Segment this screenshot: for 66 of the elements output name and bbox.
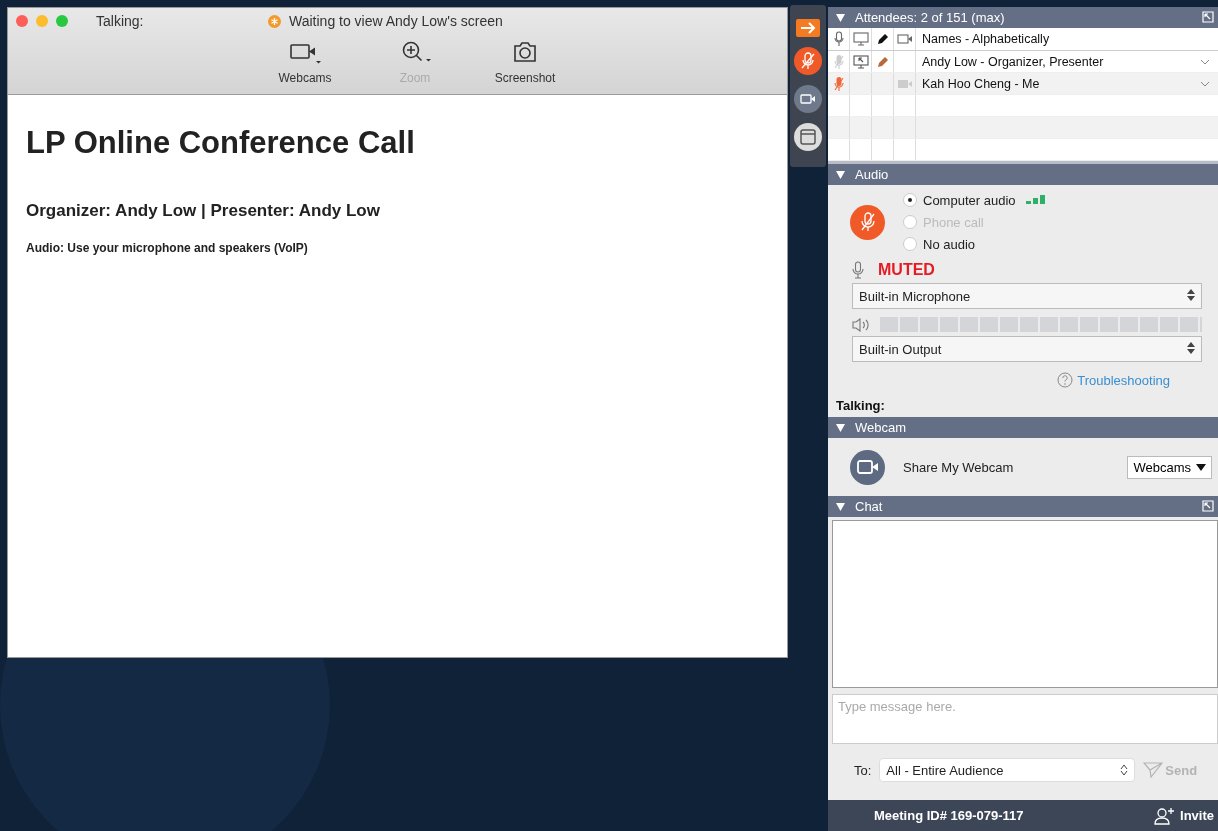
attendee-row[interactable]: Kah Hoo Cheng - Me <box>828 73 1218 95</box>
maximize-button[interactable] <box>56 15 68 27</box>
mic-status: MUTED <box>878 261 935 279</box>
speaker-icon <box>852 317 872 332</box>
video-camera-icon <box>896 77 913 90</box>
webcam-button[interactable] <box>850 449 885 485</box>
radio-option[interactable]: Computer audio <box>903 191 1046 209</box>
section-header[interactable]: Attendees: 2 of 151 (max) <box>828 7 1218 28</box>
toolbar-button[interactable]: Webcams <box>265 40 345 85</box>
chevron-down-icon[interactable] <box>1200 58 1210 65</box>
status-text: Waiting to view Andy Low's screen <box>289 13 503 29</box>
talking-label: Talking: <box>836 398 886 413</box>
muted-microphone-icon <box>859 212 876 232</box>
share-webcam-label: Share My Webcam <box>903 459 1015 475</box>
monitor-icon <box>852 32 869 46</box>
section-header[interactable]: Webcam <box>828 417 1218 438</box>
attendee-name: Andy Low - Organizer, Presenter <box>921 54 1105 69</box>
message-input[interactable]: Type message here. <box>832 694 1218 744</box>
signal-bars-icon <box>1025 195 1046 205</box>
window-icon <box>800 129 816 145</box>
up-down-icon <box>1120 764 1129 776</box>
triangle-down-icon <box>836 170 845 179</box>
section-header[interactable]: Audio <box>828 164 1218 185</box>
triangle-down-icon <box>836 502 845 511</box>
muted-microphone-icon <box>801 52 815 70</box>
radio-option[interactable]: No audio <box>903 235 1046 253</box>
up-down-icon <box>1187 341 1195 354</box>
video-camera-icon <box>856 459 879 475</box>
microphone-icon <box>852 261 864 279</box>
up-down-icon <box>1187 288 1195 301</box>
microphone-select[interactable]: Built-in Microphone <box>852 283 1202 309</box>
talking-label: Talking: <box>96 13 145 29</box>
to-label: To: <box>854 762 872 778</box>
output-select[interactable]: Built-in Output <box>852 336 1202 362</box>
close-button[interactable] <box>16 15 28 27</box>
mute-button[interactable] <box>794 47 822 75</box>
audio-note: Audio: Use your microphone and speakers (VoIP) <box>26 241 309 255</box>
attendee-name: Kah Hoo Cheng - Me <box>921 76 1041 91</box>
dropdown-arrow-icon <box>1196 463 1206 471</box>
recipient-select[interactable]: All - Entire Audience <box>879 758 1136 782</box>
organizer-text: Organizer: Andy Low | Presenter: Andy Low <box>26 201 381 221</box>
section-header[interactable]: Chat <box>828 496 1218 517</box>
video-camera-icon <box>800 93 816 105</box>
popout-icon <box>1202 500 1214 512</box>
chevron-down-icon[interactable] <box>1200 80 1210 87</box>
column-header[interactable]: Names - Alphabetically <box>916 32 1218 46</box>
add-person-icon <box>1154 806 1177 825</box>
pen-icon <box>875 54 890 69</box>
toolbar-button[interactable]: Screenshot <box>485 40 565 85</box>
triangle-down-icon <box>836 13 845 22</box>
meeting-id: Meeting ID# 169-079-117 <box>874 808 1024 823</box>
window-button[interactable] <box>794 123 822 151</box>
popout-icon <box>1202 11 1214 23</box>
webcam-button[interactable] <box>794 85 822 113</box>
collapse-button[interactable] <box>796 19 820 37</box>
help-icon <box>1057 372 1074 388</box>
webcam-dropdown[interactable]: Webcams <box>1127 455 1212 479</box>
paper-plane-icon <box>1143 762 1164 778</box>
triangle-down-icon <box>836 423 845 432</box>
microphone-icon <box>833 31 844 47</box>
video-camera-icon <box>896 33 913 45</box>
invite-button[interactable]: Invite <box>1154 806 1214 825</box>
pen-icon <box>875 32 890 46</box>
status-icon <box>268 14 281 28</box>
screen-share-icon <box>852 54 869 69</box>
page-title: LP Online Conference Call <box>26 125 416 161</box>
